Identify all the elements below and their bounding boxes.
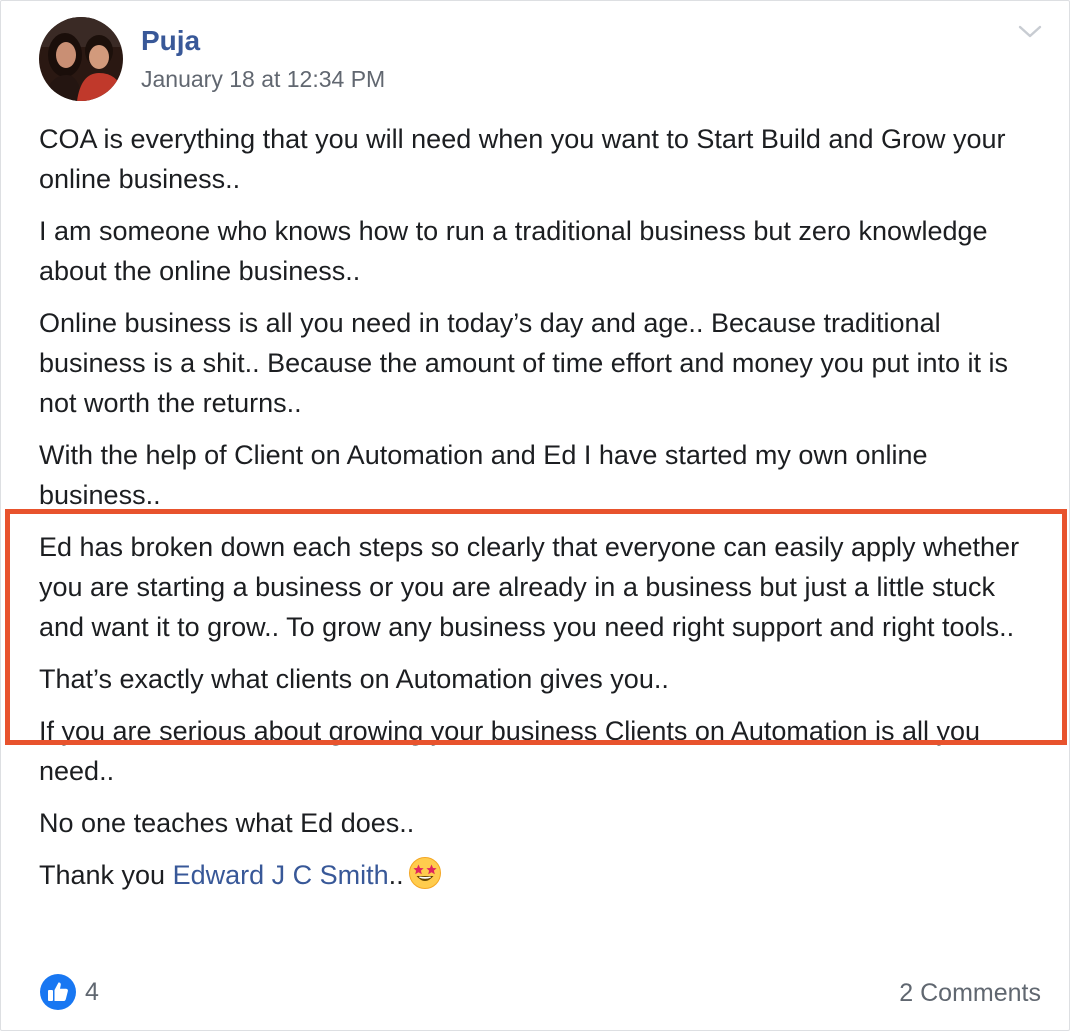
profile-photo bbox=[39, 17, 123, 101]
post-paragraph: Ed has broken down each steps so clearly… bbox=[39, 532, 1020, 642]
star-struck-emoji bbox=[408, 857, 441, 889]
post-card: Puja January 18 at 12:34 PM COA is every… bbox=[0, 0, 1070, 1031]
mention-link[interactable]: Edward J C Smith bbox=[173, 860, 389, 890]
post-options-button[interactable] bbox=[1017, 21, 1043, 43]
comments-link[interactable]: 2 Comments bbox=[899, 979, 1041, 1008]
post-paragraph: Online business is all you need in today… bbox=[39, 308, 1009, 418]
thank-you-paragraph: Thank you Edward J C Smith.. bbox=[39, 855, 1039, 895]
thanks-prefix: Thank you bbox=[39, 860, 173, 890]
thanks-suffix: .. bbox=[388, 860, 404, 890]
post-timestamp[interactable]: January 18 at 12:34 PM bbox=[141, 66, 385, 93]
reactions-summary[interactable]: 4 bbox=[39, 973, 99, 1011]
post-paragraph: No one teaches what Ed does.. bbox=[39, 808, 415, 838]
like-icon bbox=[40, 974, 76, 1010]
post-body: COA is everything that you will need whe… bbox=[39, 119, 1039, 907]
post-paragraph: That’s exactly what clients on Automatio… bbox=[39, 664, 669, 694]
post-paragraph: I am someone who knows how to run a trad… bbox=[39, 216, 988, 286]
post-paragraph: COA is everything that you will need whe… bbox=[39, 124, 1006, 194]
author-name[interactable]: Puja bbox=[141, 25, 200, 57]
reaction-count: 4 bbox=[85, 977, 99, 1006]
post-paragraph: With the help of Client on Automation an… bbox=[39, 440, 928, 510]
avatar[interactable] bbox=[39, 17, 123, 101]
chevron-down-icon bbox=[1018, 25, 1042, 38]
post-footer: 4 2 Comments bbox=[39, 973, 1041, 1017]
post-paragraph: If you are serious about growing your bu… bbox=[39, 716, 981, 786]
